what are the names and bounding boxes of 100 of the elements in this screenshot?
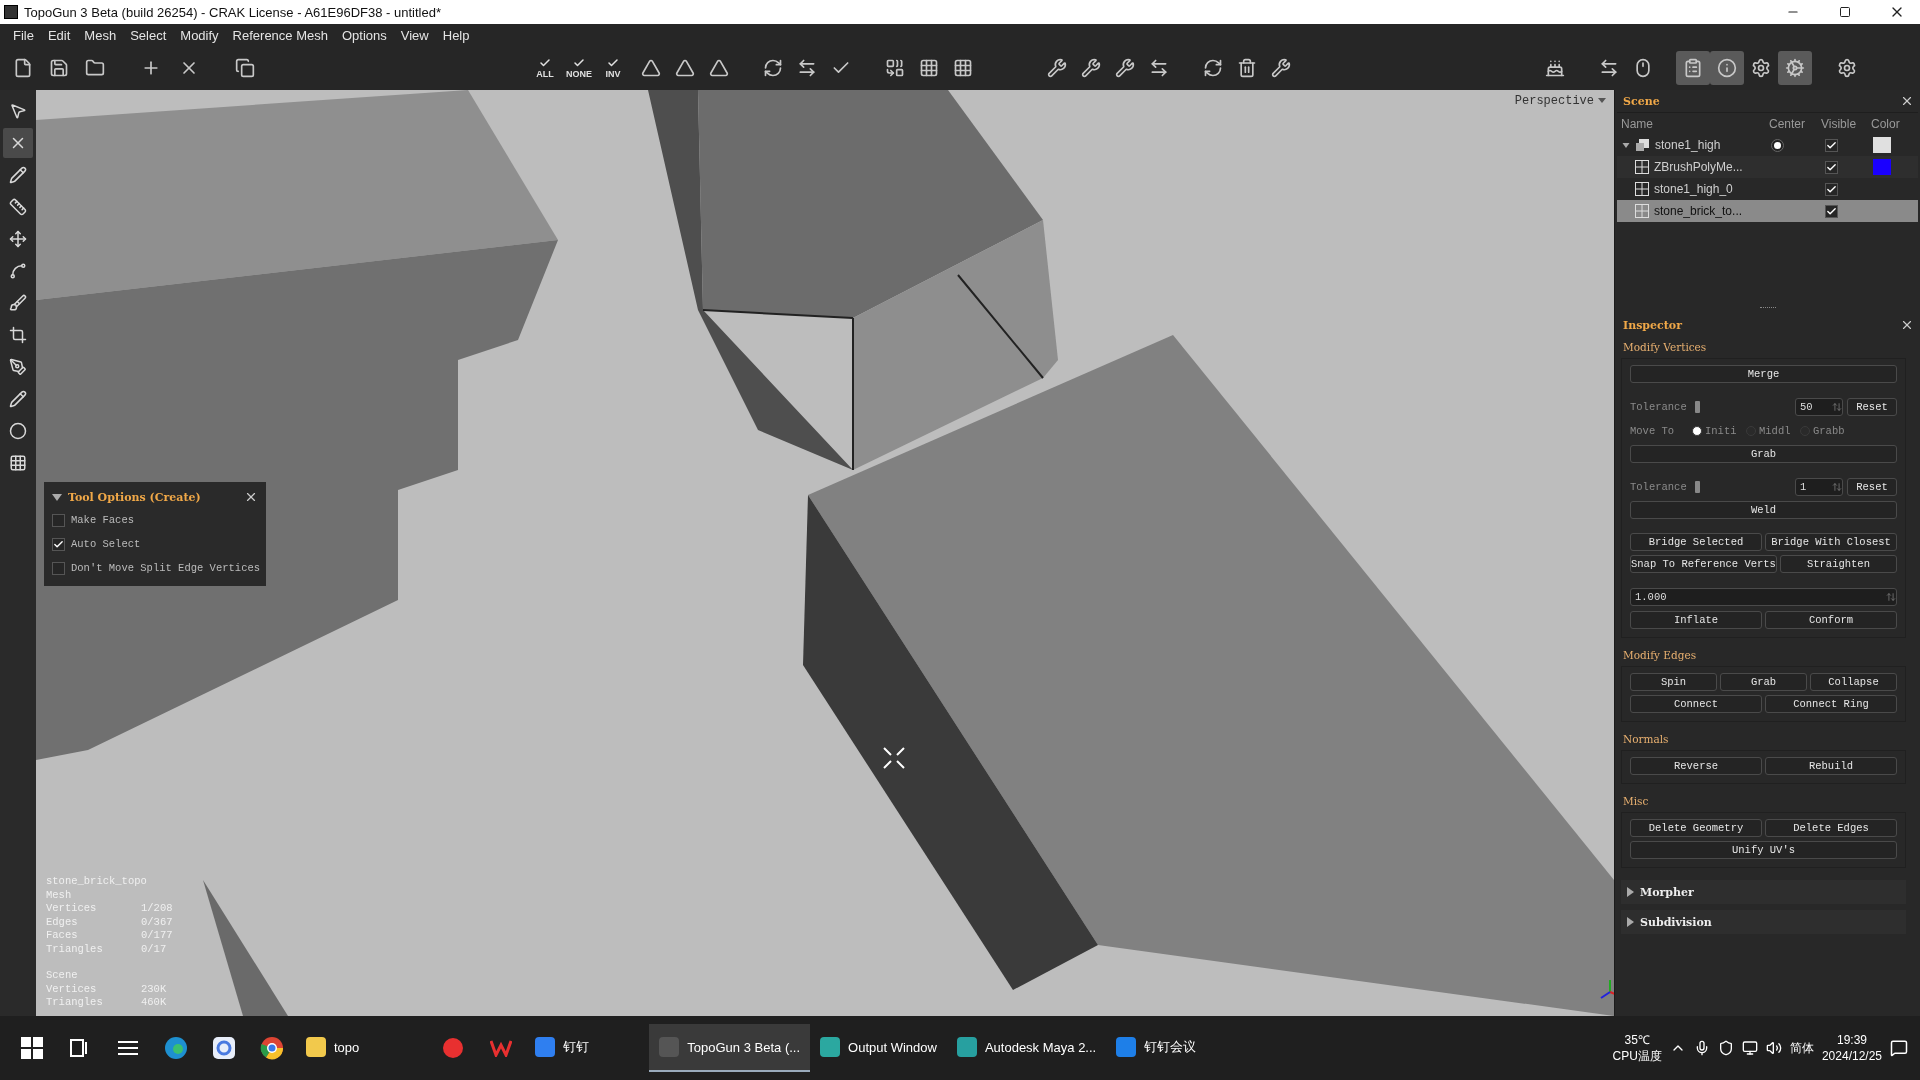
tools-icon[interactable] — [1271, 58, 1291, 78]
panel-button[interactable]: Conform — [1765, 611, 1897, 629]
option-checkbox[interactable] — [52, 561, 65, 575]
list-icon[interactable] — [118, 1040, 138, 1056]
panel-button[interactable]: Inflate — [1630, 611, 1762, 629]
scene-row[interactable]: stone_brick_to... — [1617, 200, 1918, 222]
table-select-icon[interactable] — [953, 58, 973, 78]
taskbar-app[interactable]: topo — [296, 1024, 370, 1072]
reset-button[interactable]: Reset — [1847, 398, 1897, 416]
notification-icon[interactable] — [1890, 1039, 1908, 1057]
chrome-icon[interactable] — [260, 1036, 284, 1060]
option-checkbox[interactable] — [52, 537, 65, 551]
radio-option[interactable]: Middl — [1746, 425, 1796, 437]
menu-item[interactable]: Modify — [173, 27, 226, 43]
number-field[interactable]: 50 — [1795, 398, 1843, 416]
column-header[interactable]: Color — [1867, 116, 1913, 131]
taskbar-app[interactable]: TopoGun 3 Beta (... — [649, 1024, 811, 1072]
panel-button[interactable]: Grab — [1630, 445, 1897, 463]
option-checkbox[interactable] — [52, 513, 65, 527]
camera-dropdown[interactable]: Perspective — [1514, 94, 1606, 108]
expand-arrow-icon[interactable] — [1621, 141, 1631, 149]
scene-row[interactable]: ZBrushPolyMe... — [1617, 156, 1918, 178]
panel-button[interactable]: Straighten — [1779, 555, 1897, 573]
slider-thumb[interactable] — [1695, 401, 1700, 413]
panel-button[interactable]: Weld — [1630, 501, 1897, 519]
app-icon[interactable] — [212, 1036, 236, 1060]
close-icon[interactable] — [1900, 94, 1914, 108]
center-radio[interactable] — [1771, 138, 1784, 152]
visible-checkbox[interactable] — [1825, 204, 1838, 218]
close-icon[interactable] — [1900, 318, 1914, 332]
panel-button[interactable]: Connect Ring — [1765, 695, 1897, 713]
radio-option[interactable]: Grabb — [1800, 425, 1850, 437]
arrows-icon[interactable] — [1599, 58, 1619, 78]
radio-option[interactable]: Initi — [1692, 425, 1742, 437]
select-button[interactable]: ALL — [528, 51, 562, 85]
network-icon[interactable] — [1741, 1040, 1758, 1056]
info-toggle[interactable] — [1710, 51, 1744, 85]
panel-button[interactable]: Bridge With Closest — [1765, 533, 1897, 551]
folder-icon[interactable] — [85, 58, 105, 78]
column-header[interactable]: Center — [1765, 116, 1817, 131]
panel-button[interactable]: Delete Geometry — [1630, 819, 1762, 837]
reset-button[interactable]: Reset — [1847, 478, 1897, 496]
slider-thumb[interactable] — [1695, 481, 1700, 493]
panel-button[interactable]: Delete Edges — [1765, 819, 1897, 837]
panel-button[interactable]: Connect — [1630, 695, 1762, 713]
color-swatch[interactable] — [1873, 137, 1891, 153]
task-view-icon[interactable] — [70, 1039, 90, 1057]
grid-select-icon[interactable] — [919, 58, 939, 78]
panel-button[interactable]: Unify UV's — [1630, 841, 1897, 859]
menu-item[interactable]: File — [6, 27, 41, 43]
cake-icon[interactable] — [1545, 58, 1565, 78]
scene-row[interactable]: stone1_high — [1617, 134, 1918, 156]
column-header[interactable]: Name — [1617, 116, 1765, 131]
visible-checkbox[interactable] — [1825, 138, 1838, 152]
close-icon[interactable] — [244, 490, 258, 504]
panel-button[interactable]: Merge — [1630, 365, 1897, 383]
taskbar-app[interactable]: Autodesk Maya 2... — [946, 1024, 1107, 1072]
panel-button[interactable]: Spin — [1630, 673, 1717, 691]
number-field[interactable]: 1.000 — [1630, 588, 1897, 606]
s-logo-icon[interactable] — [442, 1037, 465, 1059]
trash-icon[interactable] — [1237, 58, 1257, 78]
select-button[interactable]: NONE — [562, 51, 596, 85]
collapsed-section[interactable]: Morpher — [1621, 880, 1906, 904]
layers-icon[interactable] — [235, 58, 255, 78]
panel-button[interactable]: Bridge Selected — [1630, 533, 1762, 551]
shield-icon[interactable] — [1717, 1040, 1734, 1056]
refresh-icon[interactable] — [1203, 58, 1223, 78]
color-swatch[interactable] — [1873, 159, 1891, 175]
visible-checkbox[interactable] — [1825, 160, 1838, 174]
panel-button[interactable]: Reverse — [1630, 757, 1762, 775]
w-logo-icon[interactable] — [490, 1039, 513, 1057]
clipboard-toggle[interactable] — [1676, 51, 1710, 85]
restore-icon[interactable] — [1839, 6, 1851, 18]
column-header[interactable]: Visible — [1817, 116, 1867, 131]
collapse-arrow-icon[interactable] — [52, 493, 62, 501]
panel-button[interactable]: Collapse — [1810, 673, 1897, 691]
taskbar-app[interactable]: 钉钉 — [525, 1024, 600, 1072]
menu-item[interactable]: Reference Mesh — [225, 27, 335, 43]
volume-icon[interactable] — [1765, 1040, 1782, 1056]
mouse-icon[interactable] — [1633, 58, 1653, 78]
taskbar-app[interactable]: Output Window — [810, 1024, 947, 1072]
loop-icon[interactable] — [763, 58, 783, 78]
number-field[interactable]: 1 — [1795, 478, 1843, 496]
panel-button[interactable]: Snap To Reference Verts — [1630, 555, 1777, 573]
ring-arrows-icon[interactable] — [797, 58, 817, 78]
collapsed-section[interactable]: Subdivision — [1621, 910, 1906, 934]
select-button[interactable]: INV — [596, 51, 630, 85]
triangle-outline-icon[interactable] — [675, 58, 695, 78]
panel-button[interactable]: Rebuild — [1765, 757, 1897, 775]
taskbar-app[interactable]: 钉钉会议 — [1106, 1024, 1207, 1072]
menu-item[interactable]: Select — [123, 27, 174, 43]
menu-item[interactable]: View — [393, 27, 436, 43]
visible-checkbox[interactable] — [1825, 182, 1838, 196]
new-file-icon[interactable] — [13, 58, 33, 78]
windows-start-icon[interactable] — [21, 1037, 43, 1059]
panel-button[interactable]: Grab — [1720, 673, 1807, 691]
wrench-outline-icon[interactable] — [1081, 58, 1101, 78]
create-tool-tool[interactable] — [3, 128, 33, 158]
menu-item[interactable]: Mesh — [77, 27, 124, 43]
spin-arrows-icon[interactable] — [1886, 592, 1896, 602]
